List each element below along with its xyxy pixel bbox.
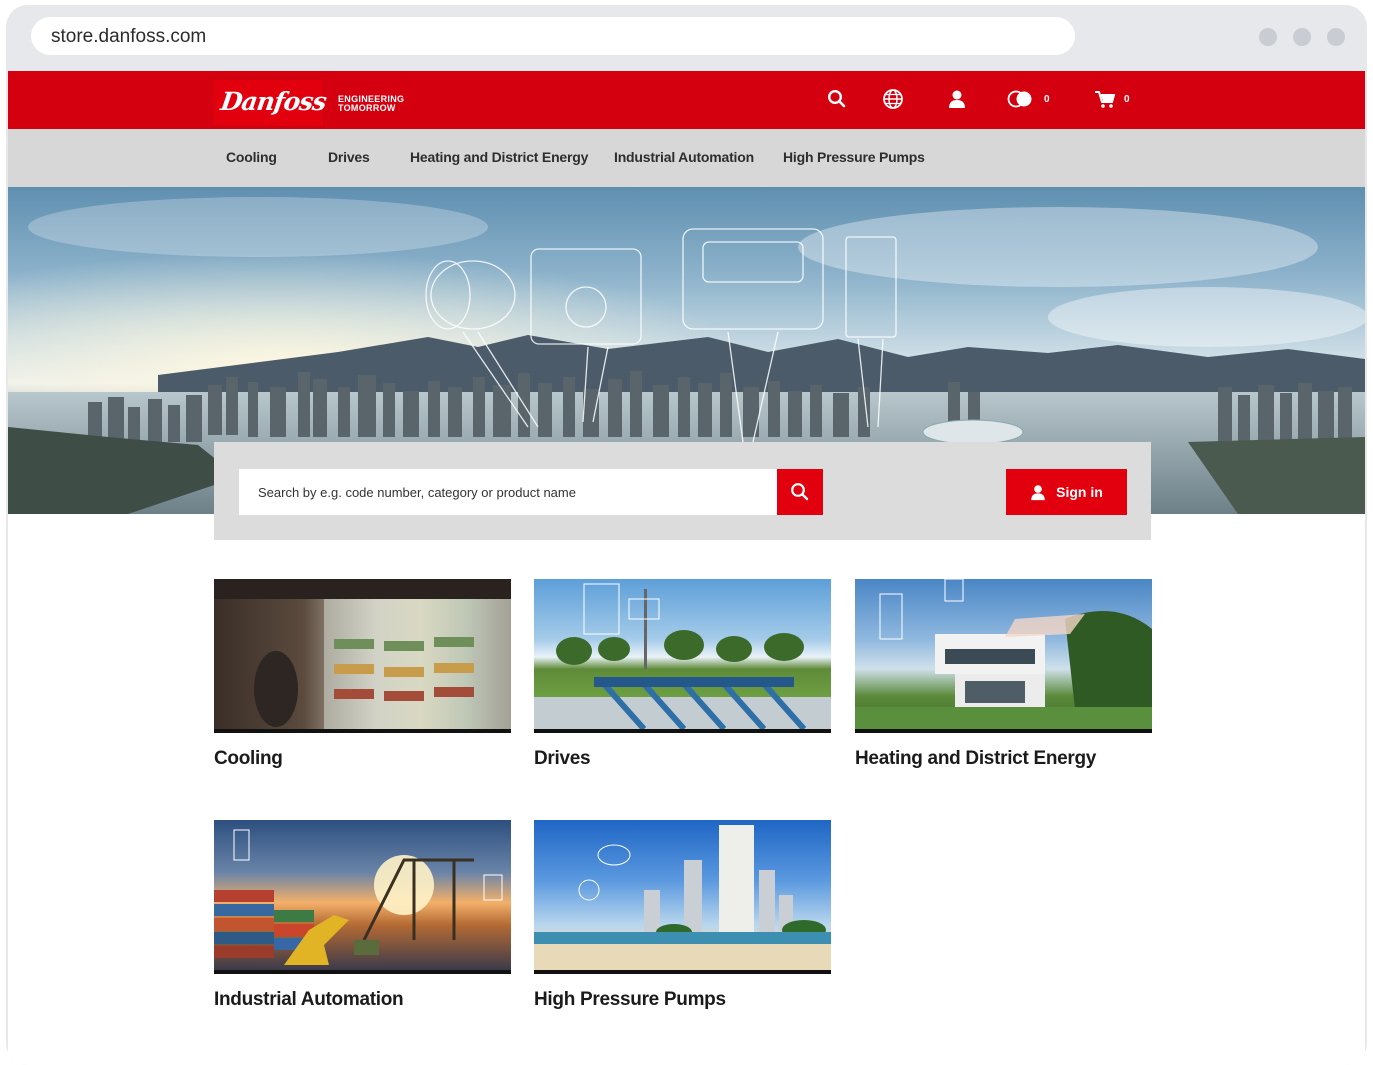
user-icon [1031,484,1045,500]
globe-icon[interactable] [882,88,904,110]
window-control-dot[interactable] [1293,28,1311,46]
category-image-industrial-automation [214,820,511,974]
category-tile-heating[interactable]: Heating and District Energy [855,579,1152,770]
page: Danfoss ENGINEERING TOMORROW 0 0 Cooling… [8,71,1365,1065]
compare-button[interactable]: 0 [1006,88,1050,110]
category-tile-high-pressure-pumps[interactable]: High Pressure Pumps [534,820,831,1011]
category-tile-drives[interactable]: Drives [534,579,831,770]
category-label: High Pressure Pumps [534,989,726,1010]
cart-icon [1095,91,1116,108]
category-tile-industrial-automation[interactable]: Industrial Automation [214,820,511,1011]
nav-item-high-pressure-pumps[interactable]: High Pressure Pumps [783,149,925,165]
brand-tagline: ENGINEERING TOMORROW [338,94,405,113]
compare-icon [1007,90,1032,108]
sign-in-label: Sign in [1056,484,1103,500]
category-image-heating [855,579,1152,733]
cart-button[interactable]: 0 [1094,88,1130,110]
search-button[interactable] [777,469,823,515]
site-header: Danfoss ENGINEERING TOMORROW 0 0 [8,71,1365,129]
address-bar[interactable]: store.danfoss.com [31,17,1075,55]
search-icon [791,483,809,501]
category-label: Heating and District Energy [855,748,1097,769]
browser-window: store.danfoss.com Danfoss ENGINEERING TO… [6,5,1367,1065]
compare-count: 0 [1044,93,1050,105]
search-input[interactable] [239,469,779,515]
danfoss-logo[interactable]: Danfoss [213,80,328,126]
sign-in-button[interactable]: Sign in [1006,469,1127,515]
cart-count: 0 [1124,93,1130,105]
nav-item-cooling[interactable]: Cooling [226,149,277,165]
browser-chrome: store.danfoss.com [6,5,1367,71]
category-label: Industrial Automation [214,989,404,1010]
category-image-cooling [214,579,511,733]
nav-item-industrial-automation[interactable]: Industrial Automation [614,149,754,165]
window-control-dot[interactable] [1327,28,1345,46]
nav-item-drives[interactable]: Drives [328,149,370,165]
main-nav: Cooling Drives Heating and District Ener… [8,129,1365,187]
search-icon[interactable] [827,88,847,110]
category-label: Cooling [214,748,283,769]
nav-item-heating[interactable]: Heating and District Energy [410,149,588,165]
category-tile-cooling[interactable]: Cooling [214,579,511,770]
category-image-drives [534,579,831,733]
category-image-high-pressure-pumps [534,820,831,974]
category-label: Drives [534,748,591,769]
search-panel: Sign in [214,442,1151,540]
window-control-dot[interactable] [1259,28,1277,46]
user-icon[interactable] [948,88,966,110]
